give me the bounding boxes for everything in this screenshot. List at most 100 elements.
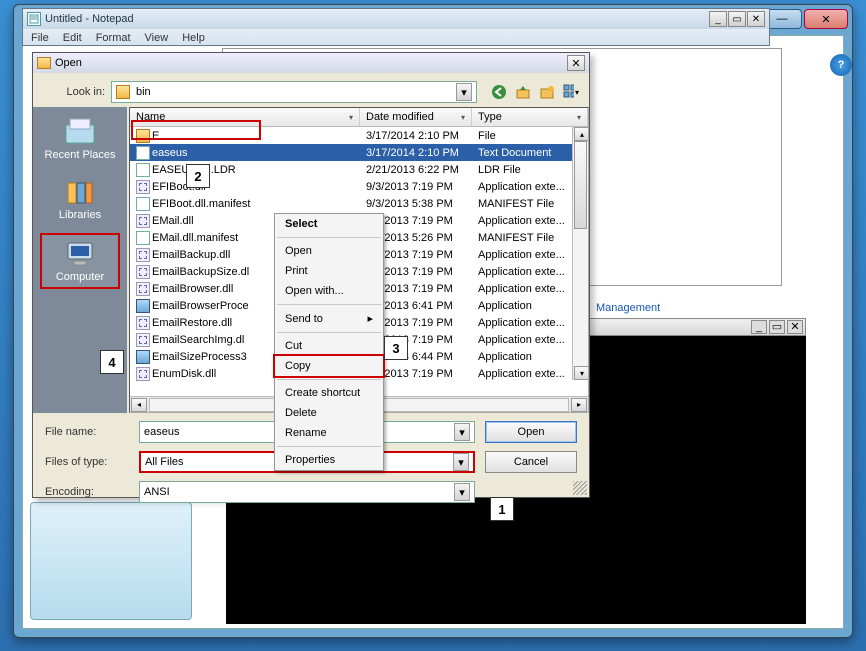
file-date: 3/17/2014 2:10 PM [360, 147, 472, 159]
chevron-down-icon[interactable]: ▾ [454, 483, 470, 501]
management-link[interactable]: Management [596, 302, 660, 314]
file-name: EmailSearchImg.dl [152, 333, 244, 345]
scroll-up-button[interactable]: ▴ [574, 127, 588, 141]
callout-1: 1 [490, 497, 514, 521]
file-type: Application exte... [472, 317, 588, 329]
callout-3: 3 [384, 336, 408, 360]
close-glyph: ✕ [821, 13, 830, 26]
help-button[interactable]: ? [830, 54, 852, 76]
ctx-properties[interactable]: Properties [275, 450, 383, 470]
files-of-type-label: Files of type: [45, 456, 129, 468]
ctx-rename[interactable]: Rename [275, 423, 383, 443]
chevron-down-icon[interactable]: ▾ [454, 423, 470, 441]
file-type: Application [472, 300, 588, 312]
look-in-row: Look in: bin ▾ ▾ [33, 73, 589, 107]
encoding-combo[interactable]: ANSI ▾ [139, 481, 475, 503]
open-button[interactable]: Open [485, 421, 577, 443]
sidebar-item-recent[interactable]: Recent Places [40, 113, 120, 165]
application-icon [136, 299, 150, 313]
file-name: EnumDisk.dll [152, 367, 216, 379]
menu-view[interactable]: View [145, 32, 169, 44]
menu-edit[interactable]: Edit [63, 32, 82, 44]
notepad-icon [27, 12, 41, 26]
file-type: Application exte... [472, 181, 588, 193]
notepad-minimize-button[interactable]: _ [709, 11, 727, 27]
sidebar-item-label: Computer [56, 271, 104, 283]
notepad-maximize-button[interactable]: ▭ [728, 11, 746, 27]
chevron-down-icon[interactable]: ▾ [349, 113, 353, 122]
document-icon [136, 146, 150, 160]
file-type: Application exte... [472, 266, 588, 278]
file-type: Application exte... [472, 368, 588, 380]
views-icon[interactable]: ▾ [563, 84, 579, 100]
back-icon[interactable] [491, 84, 507, 100]
file-name: EmailRestore.dll [152, 316, 232, 328]
ctx-print[interactable]: Print [275, 261, 383, 281]
menu-file[interactable]: File [31, 32, 49, 44]
callout-4: 4 [100, 350, 124, 374]
resize-grip[interactable] [573, 481, 587, 495]
cancel-button[interactable]: Cancel [485, 451, 577, 473]
open-dialog-close-button[interactable]: ✕ [567, 55, 585, 71]
bg-close-button[interactable]: ✕ [804, 9, 848, 29]
ctx-label: Send to [285, 313, 323, 325]
chevron-right-icon: ▸ [367, 312, 373, 325]
encoding-value: ANSI [144, 486, 170, 498]
column-name[interactable]: Name▾ [130, 108, 360, 126]
minimize-glyph: — [777, 13, 788, 25]
document-icon [136, 197, 150, 211]
chevron-down-icon[interactable]: ▾ [461, 113, 465, 122]
file-row[interactable]: E3/17/2014 2:10 PMFile [130, 127, 588, 144]
file-name: easeus [152, 146, 187, 158]
ctx-send-to[interactable]: Send to ▸ [275, 308, 383, 329]
file-row[interactable]: easeus3/17/2014 2:10 PMText Document [130, 144, 588, 161]
ctx-select[interactable]: Select [275, 214, 383, 234]
ctx-open[interactable]: Open [275, 241, 383, 261]
cmd-close-button[interactable]: ✕ [787, 320, 803, 334]
file-name-value: easeus [144, 426, 179, 438]
menu-help[interactable]: Help [182, 32, 205, 44]
chevron-down-icon[interactable]: ▾ [577, 113, 581, 122]
cmd-maximize-button[interactable]: ▭ [769, 320, 785, 334]
encoding-label: Encoding: [45, 486, 129, 498]
context-menu: Select Open Print Open with... Send to▸ … [274, 213, 384, 471]
file-type: Application exte... [472, 283, 588, 295]
notepad-close-button[interactable]: ✕ [747, 11, 765, 27]
up-one-level-icon[interactable] [515, 84, 531, 100]
file-type: Application exte... [472, 249, 588, 261]
sidebar-item-computer[interactable]: Computer [40, 233, 120, 289]
vertical-scrollbar[interactable]: ▴ ▾ [572, 127, 588, 380]
file-date: 9/3/2013 7:19 PM [360, 181, 472, 193]
ctx-create-shortcut[interactable]: Create shortcut [275, 383, 383, 403]
new-folder-icon[interactable] [539, 84, 555, 100]
column-type[interactable]: Type ▾ [472, 108, 588, 126]
file-type: Application exte... [472, 215, 588, 227]
menu-format[interactable]: Format [96, 32, 131, 44]
chevron-down-icon[interactable]: ▾ [453, 453, 469, 471]
files-of-type-value: All Files [145, 456, 184, 468]
notepad-window: Untitled - Notepad _ ▭ ✕ File Edit Forma… [22, 8, 770, 46]
dll-icon [136, 333, 150, 347]
ctx-copy[interactable]: Copy [273, 354, 385, 378]
scroll-thumb[interactable] [574, 141, 587, 229]
file-name: EFIBoot.dll.manifest [152, 197, 250, 209]
look-in-combo[interactable]: bin ▾ [111, 81, 477, 103]
file-row[interactable]: EFIBoot.dll.manifest9/3/2013 5:38 PMMANI… [130, 195, 588, 212]
ctx-cut[interactable]: Cut [275, 336, 383, 356]
column-date[interactable]: Date modified▾ [360, 108, 472, 126]
scroll-right-button[interactable]: ▸ [571, 398, 587, 412]
file-date: 3/17/2014 2:10 PM [360, 130, 472, 142]
chevron-down-icon[interactable]: ▾ [456, 83, 472, 101]
document-icon [136, 231, 150, 245]
ctx-delete[interactable]: Delete [275, 403, 383, 423]
sidebar-item-libraries[interactable]: Libraries [40, 173, 120, 225]
scroll-left-button[interactable]: ◂ [131, 398, 147, 412]
computer-icon [62, 239, 98, 269]
column-header-label: Type [478, 111, 502, 123]
file-name: EMail.dll.manifest [152, 231, 238, 243]
ctx-open-with[interactable]: Open with... [275, 281, 383, 301]
cmd-minimize-button[interactable]: _ [751, 320, 767, 334]
dll-icon [136, 316, 150, 330]
scroll-down-button[interactable]: ▾ [574, 366, 588, 380]
file-name: EmailBrowser.dll [152, 282, 233, 294]
